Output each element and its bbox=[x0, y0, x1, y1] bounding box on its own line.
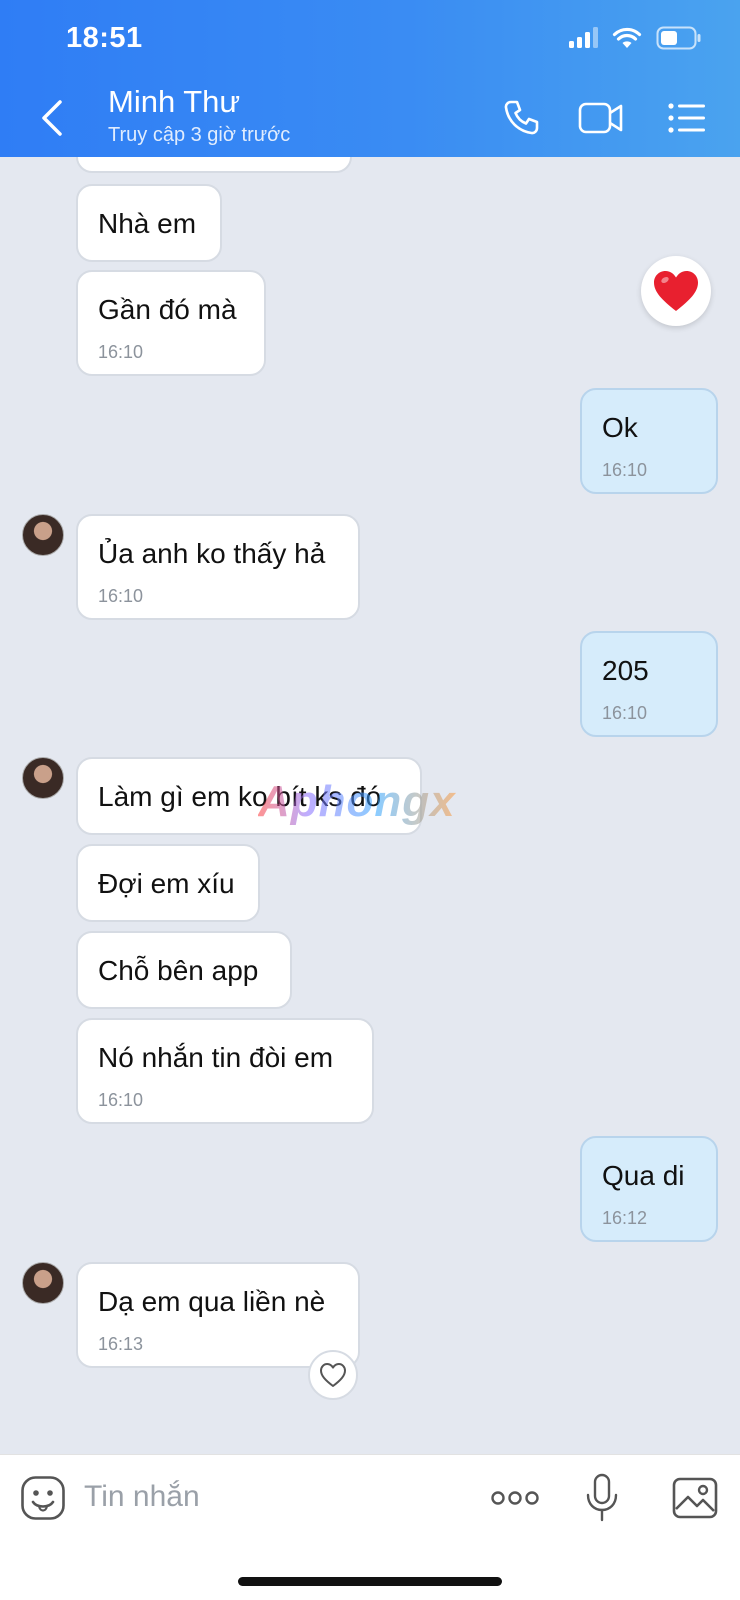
back-button[interactable] bbox=[36, 96, 70, 140]
contact-name[interactable]: Minh Thư bbox=[108, 84, 240, 120]
message-bubble-incoming[interactable]: Chỗ bên app bbox=[76, 931, 292, 1009]
message-text: Nhà em bbox=[98, 208, 197, 239]
message-bubble-outgoing[interactable]: 205 16:10 bbox=[580, 631, 718, 737]
message-time: 16:13 bbox=[98, 1334, 144, 1354]
message-bubble-clipped[interactable] bbox=[76, 157, 352, 173]
video-icon bbox=[578, 102, 623, 134]
sticker-icon bbox=[21, 1476, 65, 1520]
reaction-heart-button[interactable] bbox=[641, 256, 711, 326]
message-text: Ủa anh ko thấy hả bbox=[98, 538, 326, 569]
contact-avatar[interactable] bbox=[22, 757, 64, 799]
message-input[interactable] bbox=[84, 1471, 454, 1523]
chat-header: 18:51 Minh Thư Truy cập 3 giờ trước bbox=[0, 0, 740, 157]
message-bubble-incoming[interactable]: Nhà em bbox=[76, 184, 222, 262]
message-text: Gần đó mà bbox=[98, 294, 237, 325]
message-time: 16:12 bbox=[602, 1208, 648, 1228]
phone-icon bbox=[504, 100, 539, 135]
contact-status: Truy cập 3 giờ trước bbox=[108, 124, 291, 146]
more-icon bbox=[491, 1491, 539, 1505]
like-button[interactable] bbox=[308, 1350, 358, 1400]
message-text: Chỗ bên app bbox=[98, 955, 259, 986]
sticker-button[interactable] bbox=[20, 1475, 66, 1521]
image-icon bbox=[672, 1477, 718, 1519]
contact-avatar[interactable] bbox=[22, 1262, 64, 1304]
status-icons bbox=[568, 26, 702, 50]
message-bubble-outgoing[interactable]: Ok 16:10 bbox=[580, 388, 718, 494]
more-options-button[interactable] bbox=[490, 1485, 540, 1511]
voice-record-button[interactable] bbox=[584, 1473, 620, 1523]
composer-bar bbox=[0, 1454, 740, 1600]
mic-icon bbox=[586, 1473, 618, 1522]
message-text: Dạ em qua liền nè bbox=[98, 1286, 326, 1317]
battery-icon bbox=[656, 26, 701, 50]
wifi-icon bbox=[612, 27, 642, 48]
menu-list-icon bbox=[668, 103, 705, 133]
message-time: 16:10 bbox=[602, 703, 648, 723]
message-bubble-incoming[interactable]: Đợi em xíu bbox=[76, 844, 260, 922]
options-menu-button[interactable] bbox=[664, 96, 710, 140]
status-time: 18:51 bbox=[66, 22, 143, 54]
video-call-button[interactable] bbox=[578, 96, 624, 140]
contact-avatar[interactable] bbox=[22, 514, 64, 556]
message-text: Đợi em xíu bbox=[98, 868, 235, 899]
message-bubble-incoming[interactable]: Gần đó mà 16:10 bbox=[76, 270, 266, 376]
message-time: 16:10 bbox=[98, 586, 144, 606]
message-bubble-outgoing[interactable]: Qua di 16:12 bbox=[580, 1136, 718, 1242]
message-bubble-incoming[interactable]: Dạ em qua liền nè 16:13 bbox=[76, 1262, 360, 1368]
watermark: Aphongx bbox=[258, 777, 456, 826]
message-bubble-incoming[interactable]: Nó nhắn tin đòi em 16:10 bbox=[76, 1018, 374, 1124]
home-indicator bbox=[238, 1577, 502, 1586]
heart-icon bbox=[654, 271, 698, 311]
message-text: 205 bbox=[602, 655, 649, 686]
message-text: Ok bbox=[602, 412, 638, 443]
message-text: Qua di bbox=[602, 1160, 685, 1191]
message-time: 16:10 bbox=[98, 342, 144, 362]
send-image-button[interactable] bbox=[672, 1477, 718, 1519]
message-list[interactable]: Nhà em Gần đó mà 16:10 Ok 16:10 Ủa anh k… bbox=[0, 157, 740, 1454]
message-bubble-incoming[interactable]: Ủa anh ko thấy hả 16:10 bbox=[76, 514, 360, 620]
back-icon bbox=[42, 100, 62, 136]
signal-icon bbox=[569, 27, 598, 48]
message-text: Nó nhắn tin đòi em bbox=[98, 1042, 334, 1073]
message-time: 16:10 bbox=[602, 460, 648, 480]
voice-call-button[interactable] bbox=[498, 96, 544, 140]
message-time: 16:10 bbox=[98, 1090, 144, 1110]
heart-outline-icon bbox=[320, 1363, 346, 1387]
